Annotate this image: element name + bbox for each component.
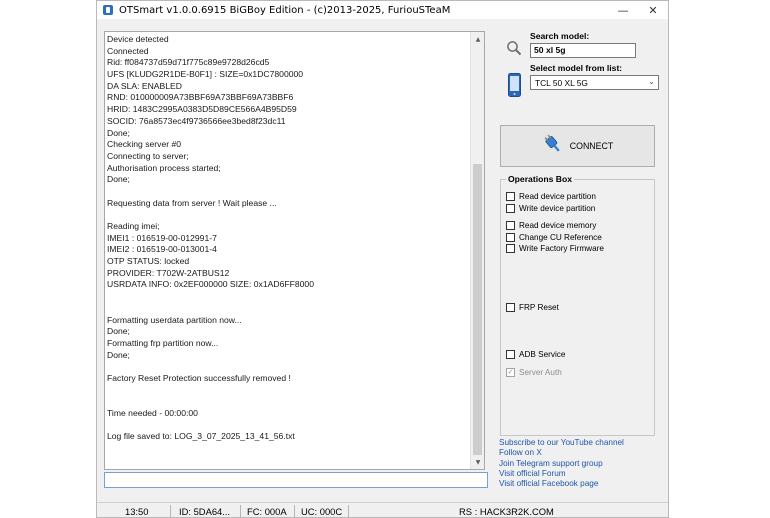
scroll-up-icon: ▲	[475, 35, 481, 43]
links-list: Subscribe to our YouTube channel Follow o…	[499, 438, 624, 489]
external-link[interactable]: Follow on X	[499, 448, 624, 458]
app-logo-icon	[103, 5, 113, 15]
connect-button[interactable]: CONNECT	[500, 125, 655, 167]
operation-label: ADB Service	[519, 350, 566, 359]
scroll-up-button[interactable]: ▲	[471, 32, 484, 46]
operation-checkbox[interactable]	[506, 350, 515, 359]
log-line: Done;	[107, 174, 130, 185]
operation-label: Read device memory	[519, 221, 597, 230]
operation-option[interactable]: Read device memory	[506, 221, 596, 230]
operation-option[interactable]: Read device partition	[506, 192, 596, 201]
command-input[interactable]	[104, 472, 488, 488]
log-line: Rid: ff084737d59d71f775c89e9728d26cd5	[107, 57, 270, 68]
operation-checkbox[interactable]	[506, 244, 515, 253]
log-line: Formatting frp partition now...	[107, 337, 219, 348]
phone-icon	[508, 73, 521, 97]
scrollbar-thumb[interactable]	[473, 164, 482, 455]
operations-box: Operations Box Read device partition Writ…	[500, 174, 655, 436]
log-scrollbar[interactable]: ▲ ▼	[470, 32, 484, 469]
model-select[interactable]: TCL 50 XL 5G ⌄	[530, 75, 659, 90]
scroll-down-icon: ▼	[475, 458, 481, 466]
external-link[interactable]: Visit official Forum	[499, 469, 624, 479]
operation-label: Change CU Reference	[519, 233, 602, 242]
operation-label: FRP Reset	[519, 303, 559, 312]
plug-icon	[542, 133, 564, 159]
connect-label: CONNECT	[569, 141, 614, 151]
log-line: DA SLA: ENABLED	[107, 80, 182, 91]
log-line: PROVIDER: T702W-2ATBUS12	[107, 267, 230, 278]
external-link[interactable]: Join Telegram support group	[499, 459, 624, 469]
log-line: Log file saved to: LOG_3_07_2025_13_41_5…	[107, 431, 295, 442]
operation-checkbox[interactable]	[506, 233, 515, 242]
status-time: 13:50	[125, 505, 149, 517]
operation-option[interactable]: Change CU Reference	[506, 233, 602, 242]
log-output[interactable]: Device detected Connected Rid: ff084737d59…	[104, 31, 485, 470]
operation-label: Write device partition	[519, 204, 596, 213]
status-fc: FC: 000A	[247, 505, 287, 517]
log-line: Connected	[107, 45, 149, 56]
operation-label: Read device partition	[519, 192, 596, 201]
chevron-down-icon: ⌄	[648, 77, 655, 86]
operations-box-title: Operations Box	[506, 174, 574, 184]
log-line: HRID: 1483C2995A0383D5D89CE566A4B95D59	[107, 104, 297, 115]
window-title: OTSmart v1.0.0.6915 BiGBoy Edition - (c)…	[119, 4, 451, 16]
log-line: Requesting data from server ! Wait pleas…	[107, 197, 277, 208]
scroll-down-button[interactable]: ▼	[471, 455, 484, 469]
log-line: Device detected	[107, 34, 169, 44]
log-line: UFS [KLUDG2R1DE-B0F1] : SIZE=0x1DC780000…	[107, 69, 304, 80]
log-line: Time needed - 00:00:00	[107, 408, 198, 418]
external-link[interactable]: Subscribe to our YouTube channel	[499, 438, 624, 448]
log-line: Connecting to server;	[107, 150, 189, 161]
log-line: Authorisation process started;	[107, 162, 221, 173]
log-line: Done;	[107, 326, 130, 337]
model-select-value: TCL 50 XL 5G	[535, 78, 588, 88]
operation-option[interactable]: Write Factory Firmware	[506, 244, 604, 253]
magnifier-icon	[506, 40, 522, 56]
search-model-input[interactable]: 50 xl 5g	[530, 43, 636, 58]
status-rs: RS : HACK3R2K.COM	[459, 505, 554, 517]
operation-option[interactable]: ADB Service	[506, 350, 565, 359]
status-id: ID: 5DA64...	[179, 505, 231, 517]
operation-checkbox[interactable]	[506, 303, 515, 312]
operation-option[interactable]: FRP Reset	[506, 303, 559, 312]
log-line: Formatting userdata partition now...	[107, 314, 242, 325]
log-line: Done;	[107, 127, 130, 138]
operation-label: Server Auth	[519, 368, 562, 377]
log-line: Done;	[107, 349, 130, 360]
search-model-label: Search model:	[530, 31, 590, 41]
operation-checkbox[interactable]	[506, 204, 515, 213]
log-line: OTP STATUS: locked	[107, 256, 190, 267]
log-line: Factory Reset Protection successfully re…	[107, 372, 291, 383]
status-uc: UC: 000C	[301, 505, 343, 517]
log-line: RND: 010000009A73BBF69A73BBF69A73BBF6	[107, 92, 294, 103]
log-line: SOCID: 76a8573ec4f9736566ee3bed8f23dc11	[107, 115, 286, 126]
select-model-label: Select model from list:	[530, 63, 623, 73]
log-line: IMEI2 : 016519-00-013001-4	[107, 244, 217, 255]
log-line: Checking server #0	[107, 139, 182, 150]
app-window: OTSmart v1.0.0.6915 BiGBoy Edition - (c)…	[96, 0, 669, 518]
log-line: IMEI1 : 016519-00-012991-7	[107, 232, 217, 243]
log-line: USRDATA INFO: 0x2EF000000 SIZE: 0x1AD6FF…	[107, 279, 314, 290]
operation-option: ✓ Server Auth	[506, 368, 562, 377]
external-link[interactable]: Visit official Facebook page	[499, 479, 624, 489]
operation-option[interactable]: Write device partition	[506, 204, 595, 213]
operation-checkbox[interactable]	[506, 221, 515, 230]
status-bar: 13:50 ID: 5DA64... FC: 000A UC: 000C RS …	[97, 502, 668, 517]
operation-checkbox[interactable]	[506, 192, 515, 201]
operation-label: Write Factory Firmware	[519, 244, 604, 253]
log-lines: Device detected Connected Rid: ff084737d59…	[107, 34, 471, 443]
right-panel: Search model: 50 xl 5g Select model from…	[499, 1, 665, 501]
log-line: Reading imei;	[107, 221, 160, 231]
operation-checkbox: ✓	[506, 368, 515, 377]
